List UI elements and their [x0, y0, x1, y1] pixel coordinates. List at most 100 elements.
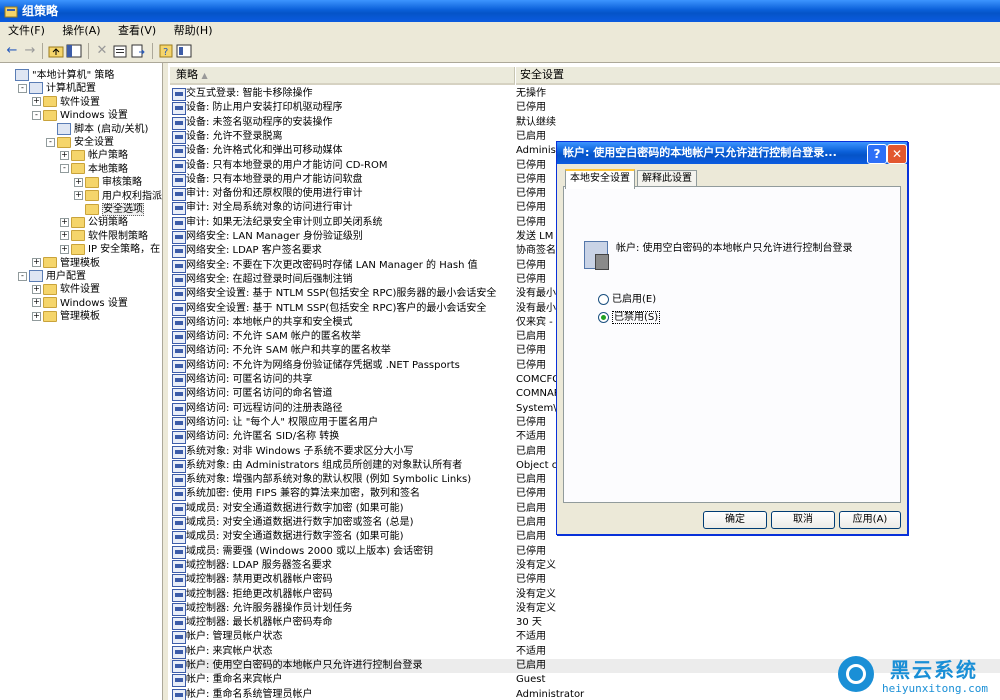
security-setting-value: 已停用: [516, 545, 546, 557]
ok-button[interactable]: 确定: [703, 511, 767, 529]
table-row[interactable]: 帐户: 管理员帐户状态 不适用: [170, 630, 1000, 645]
tree-node[interactable]: - 本地策略: [60, 163, 128, 177]
security-setting-value: 发送 LM: [516, 231, 554, 242]
tree-node[interactable]: - 计算机配置: [18, 82, 96, 96]
tree-node[interactable]: + 软件设置: [32, 96, 100, 110]
tree-node[interactable]: + 管理模板: [32, 257, 100, 271]
tree-node[interactable]: "本地计算机" 策略: [15, 69, 114, 83]
tree-node-label: 管理模板: [60, 311, 100, 323]
expand-icon[interactable]: +: [32, 311, 41, 321]
tree-node[interactable]: + 用户权利指派: [74, 190, 162, 204]
expand-icon[interactable]: +: [60, 231, 69, 241]
tree-node[interactable]: + IP 安全策略，在: [60, 243, 160, 257]
expand-icon[interactable]: +: [74, 177, 83, 187]
menu-bar: 文件(F) 操作(A) 查看(V) 帮助(H): [0, 22, 1000, 40]
tab-explain-setting[interactable]: 解释此设置: [637, 170, 697, 187]
expand-icon[interactable]: +: [60, 217, 69, 227]
tree-node[interactable]: - Windows 设置: [32, 109, 128, 123]
policy-name: 网络安全: LAN Manager 身份验证级别: [186, 231, 363, 242]
tab-local-security-setting[interactable]: 本地安全设置: [565, 169, 635, 189]
console-tree[interactable]: "本地计算机" 策略 - 计算机配置 + 软件设置 - Windows 设置 脚本 (启动/关…: [0, 63, 163, 700]
tree-node[interactable]: - 安全设置: [46, 136, 114, 150]
tree-node[interactable]: + Windows 设置: [32, 297, 128, 311]
expand-icon[interactable]: +: [32, 284, 41, 294]
expand-icon[interactable]: +: [32, 258, 41, 268]
table-row[interactable]: 域控制器: 允许服务器操作员计划任务 没有定义: [170, 602, 1000, 616]
export-list-icon[interactable]: [130, 43, 146, 59]
policy-computer-icon: [584, 241, 609, 270]
group-policy-icon: [4, 4, 18, 18]
forward-arrow-icon[interactable]: →: [22, 43, 38, 59]
tree-node-label: "本地计算机" 策略: [32, 70, 115, 81]
table-row[interactable]: 域控制器: 拒绝更改机器帐户密码 没有定义: [170, 588, 1000, 602]
policy-setting-icon: [172, 130, 186, 144]
security-setting-value: 无操作: [516, 88, 546, 99]
radio-disabled-dot[interactable]: [598, 311, 609, 323]
collapse-icon[interactable]: -: [46, 137, 55, 147]
expand-icon[interactable]: +: [32, 97, 41, 107]
tree-node-label: 软件限制策略: [88, 230, 148, 242]
console-tree-icon[interactable]: [176, 43, 192, 59]
tree-node[interactable]: + 软件限制策略: [60, 230, 148, 244]
table-row[interactable]: 交互式登录: 智能卡移除操作 无操作: [170, 87, 1000, 101]
delete-icon[interactable]: ✕: [94, 43, 110, 59]
properties-icon[interactable]: [112, 43, 128, 59]
window-titlebar[interactable]: 组策略: [0, 0, 1000, 22]
cancel-button[interactable]: 取消: [771, 511, 835, 529]
table-row[interactable]: 域成员: 需要强 (Windows 2000 或以上版本) 会话密钥 已停用: [170, 545, 1000, 559]
back-arrow-icon[interactable]: ←: [4, 43, 20, 59]
radio-enabled[interactable]: 已启用(E): [598, 293, 656, 306]
tree-node[interactable]: + 软件设置: [32, 283, 100, 297]
expand-icon[interactable]: +: [32, 298, 41, 308]
expand-icon[interactable]: +: [74, 191, 83, 201]
column-header-security-setting-label: 安全设置: [520, 68, 564, 81]
column-header-policy[interactable]: 策略 ▲: [170, 67, 515, 85]
expand-icon[interactable]: +: [60, 244, 69, 254]
collapse-icon[interactable]: -: [60, 164, 69, 174]
tree-node[interactable]: 安全选项: [85, 203, 144, 217]
policy-name: 网络访问: 本地帐户的共享和安全模式: [186, 316, 353, 328]
policy-setting-icon: [172, 359, 186, 373]
dialog-close-button[interactable]: ✕: [887, 144, 907, 164]
policy-name: 域控制器: 禁用更改机器帐户密码: [186, 574, 333, 586]
show-hide-tree-icon[interactable]: [66, 43, 82, 59]
tree-node[interactable]: + 帐户策略: [60, 149, 128, 163]
policy-name: 网络访问: 不允许 SAM 帐户的匿名枚举: [186, 331, 361, 343]
menu-help[interactable]: 帮助(H): [168, 22, 219, 40]
tree-node[interactable]: - 用户配置: [18, 270, 86, 284]
help-icon[interactable]: ?: [158, 43, 174, 59]
menu-file[interactable]: 文件(F): [2, 22, 51, 40]
tree-node-label: 本地策略: [88, 163, 128, 175]
menu-action[interactable]: 操作(A): [56, 22, 106, 40]
security-setting-value: 已启用: [516, 517, 546, 528]
expand-icon[interactable]: +: [60, 150, 69, 160]
radio-enabled-dot[interactable]: [598, 293, 609, 305]
tree-node[interactable]: + 公钥策略: [60, 216, 128, 230]
tree-node[interactable]: + 审核策略: [74, 176, 142, 190]
apply-button[interactable]: 应用(A): [839, 511, 901, 529]
radio-disabled[interactable]: 已禁用(S): [598, 311, 661, 324]
security-setting-value: 已停用: [516, 188, 546, 200]
table-row[interactable]: 域控制器: LDAP 服务器签名要求 没有定义: [170, 559, 1000, 573]
policy-name: 网络安全: 在超过登录时间后强制注销: [186, 273, 353, 285]
security-setting-value: 已停用: [516, 173, 546, 185]
up-folder-icon[interactable]: [48, 43, 64, 59]
tree-node[interactable]: + 管理模板: [32, 310, 100, 324]
security-setting-value: Object c: [516, 459, 558, 471]
table-row[interactable]: 设备: 未签名驱动程序的安装操作 默认继续: [170, 116, 1000, 130]
table-row[interactable]: 设备: 防止用户安装打印机驱动程序 已停用: [170, 101, 1000, 116]
tree-node[interactable]: 脚本 (启动/关机): [57, 122, 148, 137]
security-setting-value: 已启用: [516, 445, 546, 457]
column-header-security-setting[interactable]: 安全设置: [516, 67, 1000, 85]
policy-name: 域控制器: 允许服务器操作员计划任务: [186, 602, 353, 614]
collapse-icon[interactable]: -: [18, 271, 27, 281]
table-row[interactable]: 域控制器: 禁用更改机器帐户密码 已停用: [170, 573, 1000, 588]
dialog-help-button[interactable]: ?: [867, 144, 887, 164]
collapse-icon[interactable]: -: [32, 110, 41, 120]
menu-view[interactable]: 查看(V): [112, 22, 162, 40]
table-row[interactable]: 域控制器: 最长机器帐户密码寿命 30 天: [170, 616, 1000, 631]
dialog-titlebar[interactable]: 帐户: 使用空白密码的本地帐户只允许进行控制台登录... ? ✕: [557, 142, 907, 164]
security-setting-value: 已停用: [516, 273, 546, 285]
collapse-icon[interactable]: -: [18, 83, 27, 93]
folder-icon: [43, 96, 57, 108]
